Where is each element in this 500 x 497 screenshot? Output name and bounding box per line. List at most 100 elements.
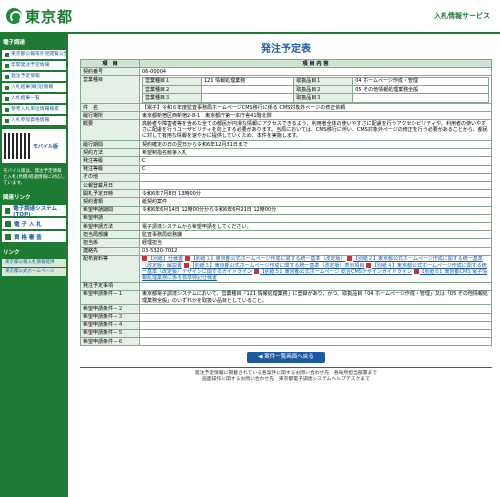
table-row: 履行場所 東京都新宿区西新宿2-8-1 東京都庁第一本庁舎41階北側 <box>80 111 492 121</box>
sidebar-item[interactable]: 発注予定情報 <box>2 72 66 81</box>
document-link[interactable]: 【別紙】仕様書 <box>142 256 183 262</box>
main-content: 発注予定表 項 目 項 目 内 容 契約番号 06-00004 営業種目 営業種目１ 1… <box>80 34 492 383</box>
row-value <box>139 337 492 347</box>
business-type-row: 営業種目３ 取扱品目３ <box>142 93 489 103</box>
row-label: 希望申請期間 <box>80 205 140 215</box>
row-value: 【別紙】仕様書 【別紙１】東京都公式ホームページ作成に関する統一基準（改定版） … <box>139 254 492 283</box>
table-row: 契約書類 紙契約案件 <box>80 197 492 207</box>
row-value: 令和6年7月8日 13時00分 <box>139 189 492 199</box>
sidebar-item-label: 年間発注予定情報 <box>11 63 50 68</box>
row-label: 希望申請条件－１ <box>80 289 140 306</box>
qr-code-icon <box>4 133 30 159</box>
business-type-cell: 取扱品目３ <box>293 93 354 103</box>
pdf-icon <box>413 268 419 274</box>
sidebar-link[interactable]: 東京都公式ホームページ <box>2 268 66 276</box>
table-row: 契約方法 希望制指名競争入札 <box>80 148 492 158</box>
table-row: 担当係 経理担当 <box>80 238 492 248</box>
sidebar-section-title: リンク <box>3 250 20 256</box>
row-value: 営業種目１ 121 情報処理業務 取扱品目１ 04 ホームページ作成・管理 営業種目２ 取… <box>139 75 492 105</box>
tokyo-emblem-icon <box>6 8 22 24</box>
table-row: 希望申請条件－２ <box>80 304 492 314</box>
mobile-note: モバイル版は、発注予定情報と入札(見積)経過情報に対応しています。 <box>3 169 66 186</box>
table-row: 発注予定事項 <box>80 281 492 291</box>
sidebar-item-label: 発注予定情報 <box>11 74 40 79</box>
business-type-cell: 営業種目１ <box>142 76 202 87</box>
bullet-icon <box>5 74 9 79</box>
bid-info-link[interactable]: 入札情報サービス <box>434 11 490 21</box>
sidebar-item[interactable]: 入札結果(概況)情報 <box>2 83 66 92</box>
row-label: 配布資料等 <box>80 254 140 283</box>
business-type-cell: 営業種目３ <box>142 93 202 103</box>
row-value: 経理担当 <box>139 238 492 248</box>
row-label: 希望申請条件－３ <box>80 312 140 322</box>
row-value: 契約確定の日の翌日から令和6年12月31日まで <box>139 140 492 150</box>
row-label: 希望申請 <box>80 213 140 224</box>
row-value: 高齢者や障害者等を含めた全ての都民が円滑な情報にアクセスできるよう、利用者全体の… <box>139 119 492 142</box>
table-row: 契約番号 06-00004 <box>80 67 492 77</box>
row-label: 希望申請条件－６ <box>80 337 140 347</box>
business-type-cell: 121 情報処理業務 <box>200 76 295 87</box>
sidebar-item[interactable]: 年間発注予定情報 <box>2 61 66 70</box>
row-value <box>139 213 492 224</box>
sidebar-item-label: 参考入札単位情報検索 <box>11 107 59 112</box>
row-label: 発注等級 <box>80 164 140 174</box>
business-type-row: 営業種目２ 取扱品目２ 05 その他情報処理業務全般 <box>142 85 489 95</box>
row-label: 概要 <box>80 119 140 142</box>
table-row: 希望申請 <box>80 213 492 224</box>
table-row: 発注等級 C <box>80 156 492 166</box>
table-row: 希望申請条件－６ <box>80 337 492 347</box>
business-type-cell <box>352 93 489 103</box>
row-label: 希望申請方法 <box>80 222 140 232</box>
pdf-icon <box>253 268 259 274</box>
back-to-list-button[interactable]: ◀ 案件一覧画面へ戻る <box>247 352 325 364</box>
sidebar-big-label: 電子調達システム(TOP) <box>13 205 58 218</box>
row-value <box>139 181 492 191</box>
business-type-cell: 取扱品目１ <box>293 76 354 87</box>
sidebar-item[interactable]: 参考入札単位情報検索 <box>2 105 66 114</box>
sidebar-item[interactable]: 入札参加資格情報 <box>2 116 66 125</box>
table-row: 希望申請期間 令和6年6月14日 12時00分から令和6年6月21日 12時00分 <box>80 205 492 215</box>
tokyo-logo[interactable]: 東京都 <box>6 6 73 26</box>
business-type-cell <box>200 85 295 95</box>
row-label: 連絡先 <box>80 246 140 256</box>
detail-table: 項 目 項 目 内 容 契約番号 06-00004 営業種目 営業種目１ 121 情報処… <box>80 58 492 347</box>
row-label: 希望申請条件－２ <box>80 304 140 314</box>
row-value: 【電子】令和６年度監査事務局ホームページCMS移行に係る CMS対象外ページの修… <box>139 103 492 113</box>
table-row: 希望申請条件－４ <box>80 320 492 330</box>
sidebar-big-link[interactable]: 電子調達システム(TOP) <box>2 205 66 218</box>
row-label: 発注予定事項 <box>80 281 140 291</box>
mobile-qr-box[interactable]: モバイル版 <box>2 129 66 163</box>
row-value: C <box>139 164 492 174</box>
bullet-icon <box>5 52 9 57</box>
row-value: 電子調達システムから希望申請をしてください。 <box>139 222 492 232</box>
document-link-label: 【別紙１】東京都公式ホームページ作成に関する統一基準（改定版） <box>190 256 346 263</box>
row-label: 件 名 <box>80 103 140 113</box>
row-value: 監査事務局総務課 <box>139 230 492 240</box>
row-label: 担当局部課 <box>80 230 140 240</box>
row-value: 東京都新宿区西新宿2-8-1 東京都庁第一本庁舎41階北側 <box>139 111 492 121</box>
row-value: C <box>139 156 492 166</box>
arrow-icon <box>5 233 11 240</box>
business-type-cell: 取扱品目２ <box>293 85 354 95</box>
pdf-icon <box>184 256 190 262</box>
col-header-content: 項 目 内 容 <box>139 58 492 69</box>
logo-text: 東京都 <box>25 7 74 26</box>
row-label: 担当係 <box>80 238 140 248</box>
row-value: 紙契約案件 <box>139 197 492 207</box>
row-label: 希望申請条件－５ <box>80 328 140 339</box>
document-link[interactable]: 【別紙１】東京都公式ホームページ作成に関する統一基準（改定版） <box>184 256 346 263</box>
document-link[interactable]: 【別紙３】東京都公式ホームページ作成に関する統一基準（改定版）表示項目 <box>183 262 365 269</box>
document-link-label: 【別紙】仕様書 <box>148 256 184 263</box>
sidebar-section-title: 関連リンク <box>3 195 31 201</box>
sidebar-link[interactable]: 東京都公報入札情報提供 <box>2 259 66 267</box>
sidebar-big-label: 資 格 審 査 <box>14 234 42 241</box>
sidebar-big-link[interactable]: 電 子 入 札 <box>2 218 66 229</box>
row-value <box>139 320 492 330</box>
document-link[interactable]: 【別紙５】東京都公式ホームページ 総合CMSデザインガイドライン <box>253 268 412 275</box>
sidebar-item[interactable]: 東京都公報等外見閲覧公告 <box>2 50 66 59</box>
sidebar-big-link[interactable]: 資 格 審 査 <box>2 231 66 242</box>
document-link-label: 【別紙３】東京都公式ホームページ作成に関する統一基準（改定版）表示項目 <box>189 262 365 269</box>
row-value <box>139 172 492 183</box>
sidebar-item[interactable]: 入札結果一覧 <box>2 94 66 103</box>
sidebar-item-label: 入札結果一覧 <box>11 96 40 101</box>
